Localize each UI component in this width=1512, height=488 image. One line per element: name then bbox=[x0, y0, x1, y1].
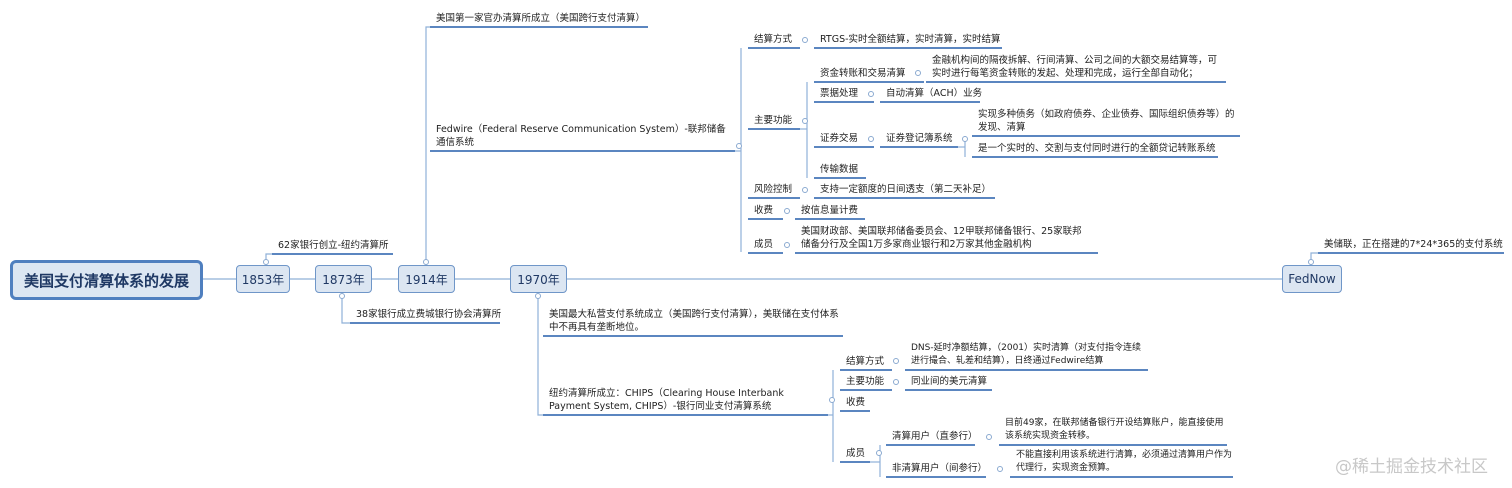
collapse-icon[interactable] bbox=[802, 118, 808, 124]
registry-desc-1[interactable]: 实现多种债务（如政府债券、企业债券、国际组织债券等）的发现、清算 bbox=[972, 107, 1240, 137]
chips[interactable]: 纽约清算所成立：CHIPS（Clearing House Interbank P… bbox=[543, 386, 828, 416]
chips-function[interactable]: 主要功能 bbox=[840, 374, 892, 391]
collapse-icon[interactable] bbox=[802, 187, 808, 193]
fednow-desc[interactable]: 美储联，正在搭建的7*24*365的支付系统 bbox=[1318, 237, 1504, 254]
func-transfer-value[interactable]: 金融机构间的隔夜拆解、行间清算、公司之间的大额交易结算等，可实时进行每笔资金转账… bbox=[926, 53, 1226, 83]
func-securities[interactable]: 证券交易 bbox=[814, 131, 874, 148]
clearing-users[interactable]: 清算用户（直参行） bbox=[886, 429, 978, 446]
collapse-icon[interactable] bbox=[997, 466, 1003, 472]
year-1873[interactable]: 1873年 bbox=[315, 265, 372, 293]
fedwire-risk[interactable]: 风险控制 bbox=[748, 182, 800, 199]
root-topic[interactable]: 美国支付清算体系的发展 bbox=[10, 260, 203, 300]
collapse-icon[interactable] bbox=[263, 259, 269, 265]
collapse-icon[interactable] bbox=[784, 208, 790, 214]
registry-desc-2[interactable]: 是一个实时的、交割与支付同时进行的全额贷记转账系统 bbox=[972, 141, 1218, 158]
non-clearing-users[interactable]: 非清算用户（间参行） bbox=[886, 461, 987, 478]
private-system[interactable]: 美国最大私营支付系统成立（美国跨行支付清算），美联储在支付体系中不再具有垄断地位… bbox=[543, 307, 843, 337]
year-1970[interactable]: 1970年 bbox=[510, 265, 567, 293]
fedwire-fee-value[interactable]: 按信息量计费 bbox=[795, 203, 865, 220]
fedwire-settle-value[interactable]: RTGS-实时全额结算，实时清算，实时结算 bbox=[814, 32, 1002, 49]
collapse-icon[interactable] bbox=[893, 379, 899, 385]
func-transfer[interactable]: 资金转账和交易清算 bbox=[814, 66, 924, 83]
chips-function-value[interactable]: 同业间的美元清算 bbox=[905, 374, 992, 391]
first-clearing-house[interactable]: 美国第一家官办清算所成立（美国跨行支付清算） bbox=[430, 11, 648, 28]
fedwire-fee[interactable]: 收费 bbox=[748, 203, 783, 220]
chips-settle[interactable]: 结算方式 bbox=[840, 354, 892, 371]
securities-registry[interactable]: 证券登记簿系统 bbox=[880, 131, 958, 148]
event-1873[interactable]: 38家银行成立费城银行协会清算所 bbox=[350, 307, 501, 324]
fedwire-member[interactable]: 成员 bbox=[748, 237, 783, 254]
non-clearing-users-value[interactable]: 不能直接利用该系统进行清算，必须通过清算用户作为代理行，实现资金预算。 bbox=[1010, 448, 1233, 478]
year-1914[interactable]: 1914年 bbox=[398, 265, 455, 293]
fednow[interactable]: FedNow bbox=[1282, 265, 1342, 293]
fedwire[interactable]: Fedwire（Federal Reserve Communication Sy… bbox=[430, 122, 735, 152]
collapse-icon[interactable] bbox=[1308, 259, 1314, 265]
clearing-users-value[interactable]: 目前49家，在联邦储备银行开设结算账户，能直接使用该系统实现资金转移。 bbox=[999, 416, 1227, 446]
collapse-icon[interactable] bbox=[962, 136, 968, 142]
collapse-icon[interactable] bbox=[868, 91, 874, 97]
collapse-icon[interactable] bbox=[535, 293, 541, 299]
collapse-icon[interactable] bbox=[868, 136, 874, 142]
func-data[interactable]: 传输数据 bbox=[814, 162, 866, 179]
chips-settle-value[interactable]: DNS-延时净额结算，（2001）实时清算（对支付指令连续进行撮合、轧差和结算）… bbox=[905, 341, 1148, 371]
collapse-icon[interactable] bbox=[915, 70, 921, 76]
year-1853[interactable]: 1853年 bbox=[236, 265, 290, 293]
collapse-icon[interactable] bbox=[423, 259, 429, 265]
fedwire-risk-value[interactable]: 支持一定额度的日间透支（第二天补足） bbox=[814, 182, 995, 199]
collapse-icon[interactable] bbox=[893, 358, 899, 364]
collapse-icon[interactable] bbox=[736, 143, 742, 149]
event-1853[interactable]: 62家银行创立-纽约清算所 bbox=[272, 238, 393, 255]
chips-fee[interactable]: 收费 bbox=[840, 395, 870, 412]
fedwire-settle[interactable]: 结算方式 bbox=[748, 32, 800, 49]
watermark: @稀土掘金技术社区 bbox=[1335, 457, 1488, 477]
func-bill[interactable]: 票据处理 bbox=[814, 86, 874, 103]
func-bill-value[interactable]: 自动清算（ACH）业务 bbox=[880, 86, 982, 103]
collapse-icon[interactable] bbox=[829, 397, 835, 403]
fedwire-function[interactable]: 主要功能 bbox=[748, 113, 800, 130]
collapse-icon[interactable] bbox=[784, 242, 790, 248]
collapse-icon[interactable] bbox=[876, 450, 882, 456]
collapse-icon[interactable] bbox=[986, 434, 992, 440]
collapse-icon[interactable] bbox=[339, 293, 345, 299]
collapse-icon[interactable] bbox=[802, 37, 808, 43]
chips-member[interactable]: 成员 bbox=[840, 446, 870, 463]
fedwire-member-value[interactable]: 美国财政部、美国联邦储备委员会、12甲联邦储备银行、25家联邦储备分行及全国1万… bbox=[795, 224, 1098, 254]
